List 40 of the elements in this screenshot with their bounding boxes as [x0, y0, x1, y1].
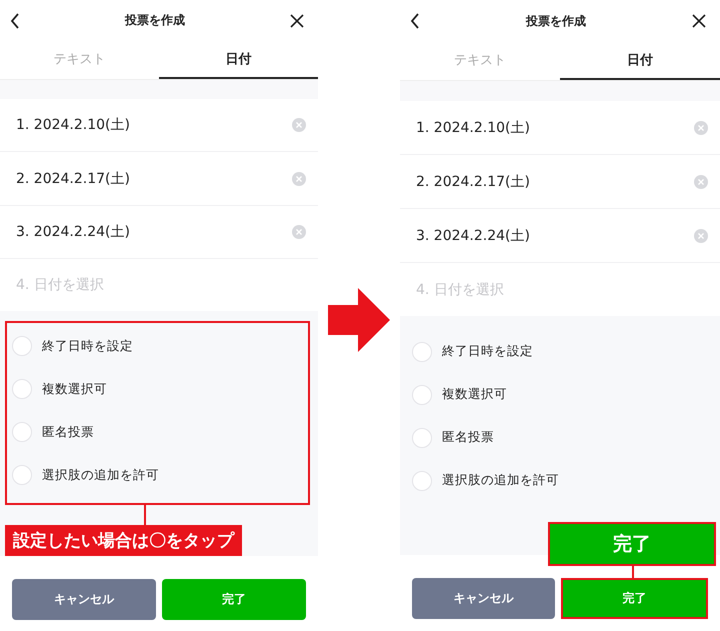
cancel-button[interactable]: キャンセル: [12, 578, 156, 620]
close-icon[interactable]: [692, 14, 706, 28]
date-entry[interactable]: 3. 2024.2.24(土): [416, 226, 530, 244]
date-entry[interactable]: 2. 2024.2.17(土): [416, 172, 530, 190]
option-label: 終了日時を設定: [442, 343, 533, 360]
option-label: 複数選択可: [42, 380, 107, 398]
screen-title: 投票を作成: [125, 12, 185, 30]
close-icon[interactable]: [290, 14, 304, 28]
clear-icon[interactable]: [694, 228, 708, 242]
radio-button[interactable]: [412, 342, 432, 362]
option-label: 匿名投票: [442, 429, 494, 446]
radio-button[interactable]: [12, 465, 32, 486]
radio-button[interactable]: [412, 470, 432, 490]
back-icon[interactable]: [10, 12, 20, 29]
right-arrow-icon: [328, 288, 390, 352]
option-label: 選択肢の追加を許可: [42, 466, 159, 484]
clear-icon[interactable]: [292, 224, 306, 239]
screen-title: 投票を作成: [526, 12, 586, 30]
back-icon[interactable]: [410, 13, 420, 29]
date-entry[interactable]: 2. 2024.2.17(土): [16, 170, 130, 188]
date-entry[interactable]: 3. 2024.2.24(土): [16, 222, 130, 241]
date-entry[interactable]: 1. 2024.2.10(土): [416, 118, 530, 136]
clear-icon[interactable]: [694, 174, 708, 188]
callout-label: 完了: [548, 522, 716, 566]
cancel-button[interactable]: キャンセル: [412, 578, 555, 619]
option-label: 選択肢の追加を許可: [442, 472, 559, 489]
radio-button[interactable]: [12, 379, 32, 400]
radio-button[interactable]: [12, 336, 32, 356]
clear-icon[interactable]: [694, 120, 708, 134]
clear-icon[interactable]: [292, 118, 306, 132]
clear-icon[interactable]: [292, 172, 306, 186]
date-entry[interactable]: 1. 2024.2.10(土): [16, 116, 130, 134]
option-label: 複数選択可: [442, 386, 507, 403]
radio-button[interactable]: [12, 422, 32, 442]
radio-button[interactable]: [412, 428, 432, 448]
callout-label: 設定したい場合は〇をタップ: [5, 524, 242, 556]
option-label: 匿名投票: [42, 424, 94, 441]
leader-line: [632, 566, 634, 580]
radio-button[interactable]: [412, 384, 432, 404]
option-label: 終了日時を設定: [42, 338, 133, 355]
